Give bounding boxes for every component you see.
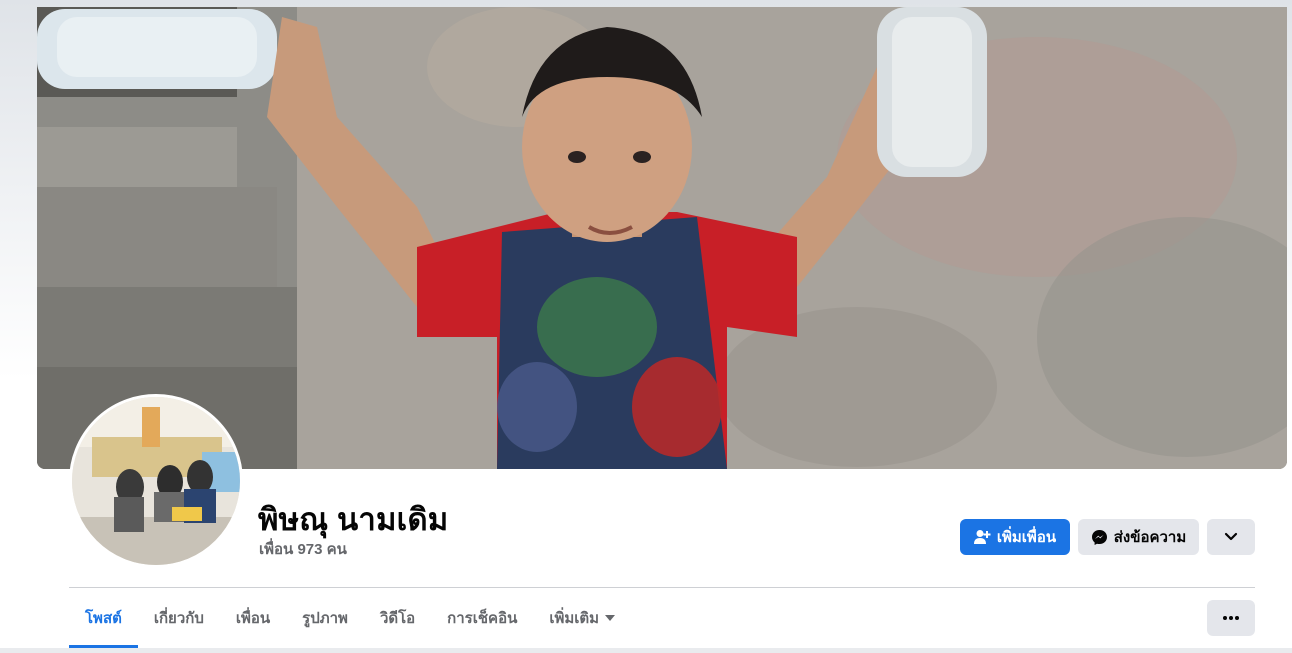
cover-photo-image	[37, 7, 1287, 469]
tabs-overflow-button[interactable]	[1207, 600, 1255, 636]
cover-photo[interactable]	[37, 7, 1287, 469]
message-label: ส่งข้อความ	[1113, 529, 1187, 546]
header-divider	[69, 587, 1255, 588]
caret-down-icon	[605, 614, 616, 621]
profile-picture-image	[72, 397, 240, 565]
tab-more-label: เพิ่มเติม	[549, 609, 600, 627]
tab-checkins[interactable]: การเช็คอิน	[431, 590, 533, 645]
tab-friends-label: เพื่อน	[235, 609, 271, 627]
tab-checkins-label: การเช็คอิน	[447, 609, 518, 627]
tab-photos-label: รูปภาพ	[302, 609, 348, 627]
message-button[interactable]: ส่งข้อความ	[1078, 519, 1199, 555]
tab-about-label: เกี่ยวกับ	[153, 609, 204, 627]
tab-videos[interactable]: วิดีโอ	[364, 590, 431, 645]
person-add-icon	[973, 529, 991, 545]
messenger-icon	[1091, 529, 1108, 546]
friends-count[interactable]: เพื่อน 973 คน	[259, 537, 347, 561]
tab-about[interactable]: เกี่ยวกับ	[138, 590, 220, 645]
profile-picture[interactable]	[69, 394, 243, 568]
ellipsis-icon	[1223, 616, 1239, 620]
tab-posts[interactable]: โพสต์	[69, 590, 138, 648]
profile-tabs: โพสต์ เกี่ยวกับ เพื่อน รูปภาพ วิดีโอ การ…	[69, 590, 631, 648]
chevron-down-icon	[1224, 532, 1238, 542]
tab-photos[interactable]: รูปภาพ	[286, 590, 364, 645]
profile-more-button[interactable]	[1207, 519, 1255, 555]
tab-videos-label: วิดีโอ	[379, 609, 416, 627]
tab-more[interactable]: เพิ่มเติม	[533, 590, 631, 645]
tab-posts-label: โพสต์	[85, 609, 122, 627]
tab-friends[interactable]: เพื่อน	[220, 590, 286, 645]
add-friend-button[interactable]: เพิ่มเพื่อน	[960, 519, 1070, 555]
add-friend-label: เพิ่มเพื่อน	[996, 529, 1057, 546]
header-bottom-edge	[0, 648, 1292, 653]
